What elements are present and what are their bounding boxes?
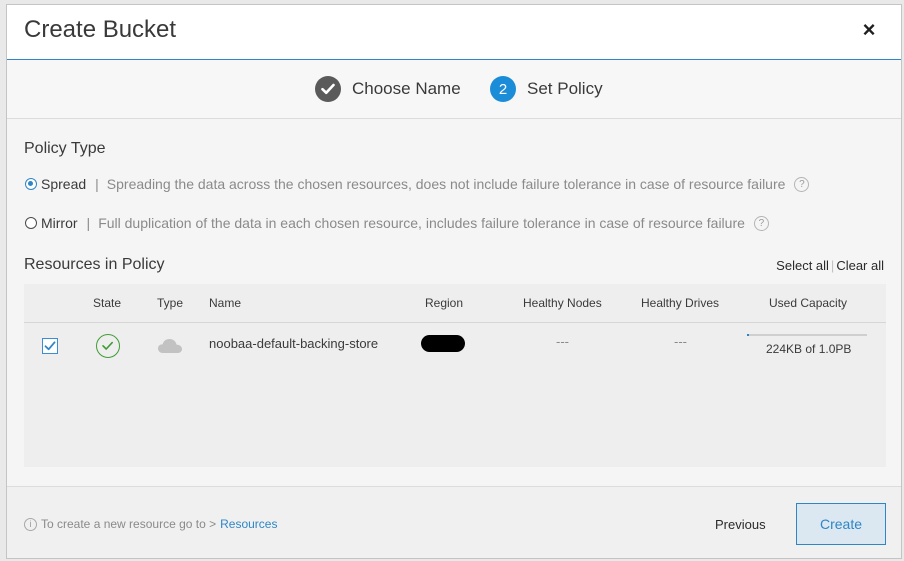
healthy-nodes-value: --- [556,334,569,349]
used-capacity-value: 224KB of 1.0PB [766,342,852,356]
region-redacted [421,335,465,352]
wizard-steps: Choose Name 2 Set Policy [7,60,901,119]
capacity-bar [747,334,867,336]
column-header-healthy-drives: Healthy Drives [641,296,720,310]
resource-name: noobaa-default-backing-store [209,336,379,351]
clear-all-link[interactable]: Clear all [836,258,884,273]
column-header-region: Region [425,296,464,310]
capacity-bar-fill [747,334,749,336]
info-icon: i [24,517,37,531]
policy-option-spread[interactable]: Spread | Spreading the data across the c… [25,176,810,192]
help-icon[interactable]: ? [794,176,810,192]
select-all-link[interactable]: Select all [776,258,829,273]
spread-radio[interactable] [25,178,37,190]
row-checkbox[interactable] [42,338,58,354]
dialog-footer: i To create a new resource go to > Resou… [7,486,901,558]
cloud-icon [157,338,183,359]
selection-links: Select all | Clear all [776,258,884,273]
resources-title: Resources in Policy [24,256,165,273]
policy-option-mirror[interactable]: Mirror | Full duplication of the data in… [25,215,769,231]
step-set-policy[interactable]: 2 Set Policy [490,75,603,103]
checkmark-icon [315,76,341,102]
step-label: Choose Name [352,79,461,98]
create-bucket-dialog: Create Bucket × Choose Name 2 Set Policy… [6,4,902,559]
step-number: 2 [490,76,516,102]
column-header-name: Name [209,296,242,310]
radio-label[interactable]: Mirror [41,215,78,231]
dialog-title: Create Bucket [24,16,177,43]
create-button[interactable]: Create [796,503,886,545]
table-header: State Type Name Region Healthy Nodes Hea… [24,284,886,323]
previous-button[interactable]: Previous [715,517,766,532]
separator: | [95,176,99,192]
step-choose-name[interactable]: Choose Name [315,75,461,103]
resources-link[interactable]: Resources [220,517,277,531]
separator: | [86,215,91,231]
divider: | [830,258,835,273]
radio-label[interactable]: Spread [41,176,86,192]
column-header-healthy-nodes: Healthy Nodes [523,296,602,310]
help-icon[interactable]: ? [753,215,769,231]
policy-description: Full duplication of the data in each cho… [98,215,745,231]
step-label: Set Policy [527,79,603,98]
dialog-body: Choose Name 2 Set Policy Policy Type Spr… [7,60,901,486]
column-header-state: State [93,296,122,310]
footer-info-text: To create a new resource go to > [41,517,217,531]
resources-table: State Type Name Region Healthy Nodes Hea… [24,284,886,467]
dialog-header: Create Bucket × [7,5,901,60]
mirror-radio[interactable] [25,217,37,229]
close-icon[interactable]: × [859,19,879,41]
footer-info: i To create a new resource go to > Resou… [24,517,277,531]
policy-description: Spreading the data across the chosen res… [106,176,786,192]
healthy-drives-value: --- [674,334,687,349]
column-header-used-capacity: Used Capacity [769,296,848,310]
column-header-type: Type [157,296,184,310]
check-circle-icon [96,334,120,358]
policy-type-title: Policy Type [24,140,106,157]
